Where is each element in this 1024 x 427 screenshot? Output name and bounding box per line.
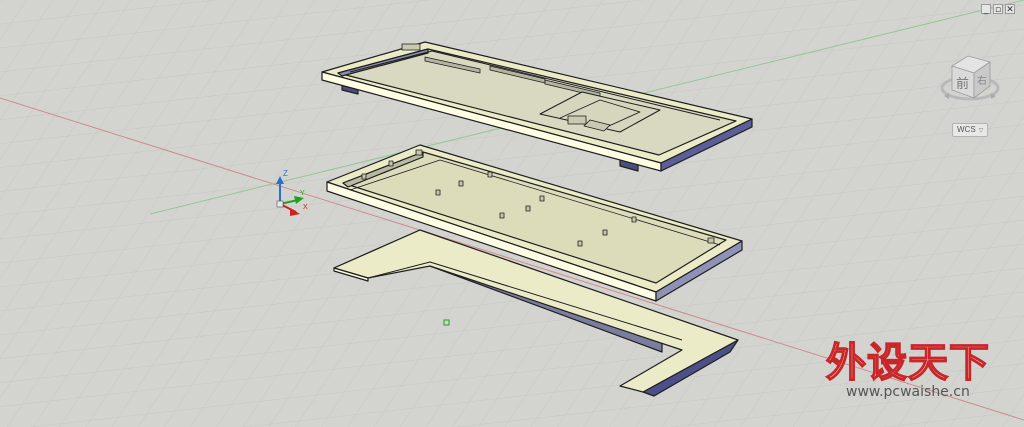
model-viewport[interactable]: Z Y X 前 右 _ ▫ ✕ WCS ▽ 外设天下 www.pcwaishe.c…	[0, 0, 1024, 427]
minimize-button[interactable]: _	[981, 4, 991, 15]
close-button[interactable]: ✕	[1005, 4, 1015, 15]
tray-boss	[487, 171, 493, 178]
viewcube-right-label: 右	[977, 74, 987, 87]
tray-boss	[415, 149, 423, 156]
tray-boss	[631, 216, 637, 223]
ucs-x-label: X	[303, 204, 308, 211]
ucs-y-label: Y	[300, 190, 305, 197]
tray-boss	[435, 189, 441, 196]
ucs-z-label: Z	[283, 169, 288, 178]
tray-boss	[499, 212, 505, 219]
tray-boss	[602, 229, 608, 236]
top-frame-slot	[567, 115, 587, 125]
tray-boss	[388, 160, 394, 167]
wcs-menu-label: WCS	[957, 125, 976, 134]
watermark-url: www.pcwaishe.cn	[846, 384, 970, 400]
watermark-logo: 外设天下 www.pcwaishe.cn	[825, 330, 1016, 402]
ucs-origin	[276, 200, 284, 208]
top-frame-slot	[401, 43, 421, 51]
restore-button[interactable]: ▫	[993, 4, 1003, 15]
tray-boss	[458, 180, 464, 187]
tray-boss	[525, 205, 531, 212]
tray-boss	[539, 195, 545, 202]
chevron-down-icon: ▽	[978, 128, 984, 134]
watermark-text: 外设天下	[825, 339, 990, 387]
viewcube-front-label: 前	[956, 76, 969, 92]
tray-boss	[361, 173, 367, 180]
wcs-menu[interactable]: WCS ▽	[952, 123, 989, 137]
tray-boss	[707, 237, 715, 244]
tray-boss	[577, 240, 583, 247]
